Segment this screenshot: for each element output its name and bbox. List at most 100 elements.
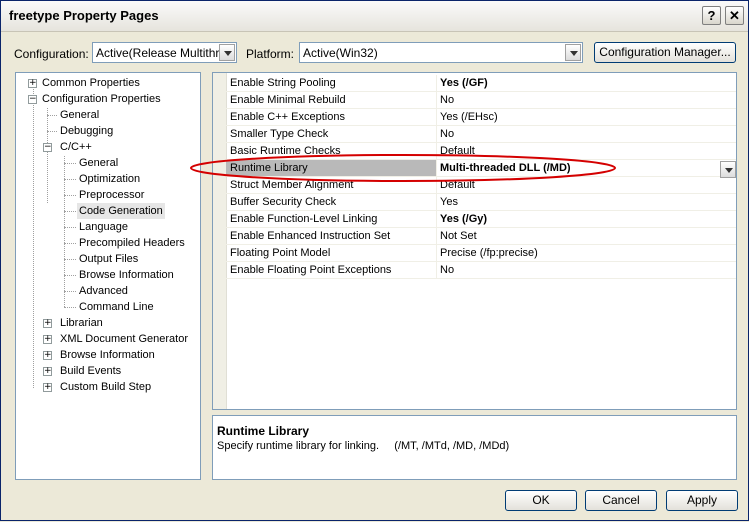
chevron-down-icon[interactable] (720, 161, 736, 178)
tree-connector (64, 259, 76, 260)
property-name: Floating Point Model (230, 247, 331, 259)
title-bar: freetype Property Pages ? ✕ (1, 1, 748, 32)
tree-item-optimization[interactable]: Optimization (77, 171, 142, 187)
property-value[interactable]: Precise (/fp:precise) (440, 247, 538, 259)
expand-icon[interactable]: + (43, 383, 52, 392)
tree-item-xml-document-generator[interactable]: XML Document Generator (58, 331, 190, 347)
property-grid: Enable String Pooling Yes (/GF) Enable Mi… (212, 72, 737, 410)
property-value[interactable]: Yes (/Gy) (440, 213, 487, 225)
platform-select[interactable]: Active(Win32) (299, 42, 583, 63)
property-name: Basic Runtime Checks (230, 145, 341, 157)
tree-item-debugging[interactable]: Debugging (58, 123, 115, 139)
apply-button[interactable]: Apply (666, 490, 738, 511)
description-text: Specify runtime library for linking. (/M… (217, 440, 510, 452)
property-name: Buffer Security Check (230, 196, 337, 208)
grid-gutter (213, 73, 227, 409)
window-title: freetype Property Pages (9, 8, 159, 23)
platform-value: Active(Win32) (303, 46, 378, 60)
property-row[interactable]: Floating Point Model Precise (/fp:precise… (226, 245, 736, 262)
tree-item-advanced[interactable]: Advanced (77, 283, 130, 299)
property-row-selected[interactable]: Runtime Library Multi-threaded DLL (/MD) (226, 160, 736, 177)
property-name: Enable Minimal Rebuild (230, 94, 346, 106)
collapse-icon[interactable]: − (28, 95, 37, 104)
property-value[interactable]: No (440, 264, 454, 276)
description-panel: Runtime Library Specify runtime library … (212, 415, 737, 480)
tree-item-custom-build-step[interactable]: Custom Build Step (58, 379, 153, 395)
tree-item-cpp-general[interactable]: General (77, 155, 120, 171)
tree-item-common-properties[interactable]: Common Properties (40, 75, 142, 91)
property-value[interactable]: Default (440, 145, 475, 157)
property-value[interactable]: No (440, 94, 454, 106)
tree-connector (64, 163, 76, 164)
tree-item-preprocessor[interactable]: Preprocessor (77, 187, 146, 203)
tree-connector (64, 243, 76, 244)
tree-connector (47, 115, 57, 116)
tree-item-output-files[interactable]: Output Files (77, 251, 140, 267)
chevron-down-icon[interactable] (565, 44, 581, 61)
property-name: Enable C++ Exceptions (230, 111, 345, 123)
tree-item-browse-information-cpp[interactable]: Browse Information (77, 267, 176, 283)
tree-connector (64, 307, 76, 308)
property-row[interactable]: Buffer Security Check Yes (226, 194, 736, 211)
tree-connector (64, 275, 76, 276)
property-row[interactable]: Struct Member Alignment Default (226, 177, 736, 194)
tree-item-command-line[interactable]: Command Line (77, 299, 156, 315)
property-value[interactable]: Multi-threaded DLL (/MD) (440, 162, 571, 174)
property-row[interactable]: Basic Runtime Checks Default (226, 143, 736, 160)
tree-connector (64, 179, 76, 180)
platform-label: Platform: (246, 47, 295, 61)
configuration-value: Active(Release Multithrea (96, 46, 233, 60)
tree-connector (64, 227, 76, 228)
property-value[interactable]: Yes (/EHsc) (440, 111, 498, 123)
tree-item-precompiled-headers[interactable]: Precompiled Headers (77, 235, 187, 251)
tree-item-general[interactable]: General (58, 107, 101, 123)
tree-item-build-events[interactable]: Build Events (58, 363, 123, 379)
tree-item-librarian[interactable]: Librarian (58, 315, 105, 331)
property-value[interactable]: Not Set (440, 230, 477, 242)
expand-icon[interactable]: + (43, 319, 52, 328)
property-name: Enable String Pooling (230, 77, 336, 89)
expand-icon[interactable]: + (43, 351, 52, 360)
configuration-select[interactable]: Active(Release Multithrea (92, 42, 237, 63)
property-value[interactable]: No (440, 128, 454, 140)
tree-connector (47, 108, 48, 203)
tree-item-cpp[interactable]: C/C++ (58, 139, 94, 155)
property-row[interactable]: Enable Enhanced Instruction Set Not Set (226, 228, 736, 245)
cancel-button[interactable]: Cancel (585, 490, 657, 511)
property-name: Runtime Library (226, 160, 436, 176)
property-tree: + Common Properties − Configuration Prop… (15, 72, 201, 480)
property-name: Enable Enhanced Instruction Set (230, 230, 391, 242)
ok-button[interactable]: OK (505, 490, 577, 511)
property-row[interactable]: Enable Function-Level Linking Yes (/Gy) (226, 211, 736, 228)
tree-item-language[interactable]: Language (77, 219, 130, 235)
property-value[interactable]: Yes (440, 196, 458, 208)
property-row[interactable]: Smaller Type Check No (226, 126, 736, 143)
property-value[interactable]: Yes (/GF) (440, 77, 488, 89)
tree-connector (64, 291, 76, 292)
configuration-manager-button[interactable]: Configuration Manager... (594, 42, 736, 63)
close-button[interactable]: ✕ (725, 6, 744, 25)
property-name: Enable Function-Level Linking (230, 213, 378, 225)
tree-item-browse-information[interactable]: Browse Information (58, 347, 157, 363)
property-row[interactable]: Enable C++ Exceptions Yes (/EHsc) (226, 109, 736, 126)
description-title: Runtime Library (217, 424, 310, 438)
expand-icon[interactable]: + (43, 367, 52, 376)
tree-connector (64, 195, 76, 196)
configuration-label: Configuration: (14, 47, 89, 61)
property-value[interactable]: Default (440, 179, 475, 191)
tree-connector (47, 131, 57, 132)
property-name: Smaller Type Check (230, 128, 329, 140)
expand-icon[interactable]: + (43, 335, 52, 344)
property-name: Struct Member Alignment (230, 179, 354, 191)
property-row[interactable]: Enable String Pooling Yes (/GF) (226, 75, 736, 92)
runtime-library-dropdown[interactable] (718, 161, 736, 178)
expand-icon[interactable]: + (28, 79, 37, 88)
help-button[interactable]: ? (702, 6, 721, 25)
property-name: Enable Floating Point Exceptions (230, 264, 392, 276)
property-row[interactable]: Enable Minimal Rebuild No (226, 92, 736, 109)
collapse-icon[interactable]: − (43, 143, 52, 152)
tree-item-code-generation[interactable]: Code Generation (77, 203, 165, 219)
property-row[interactable]: Enable Floating Point Exceptions No (226, 262, 736, 279)
chevron-down-icon[interactable] (219, 44, 235, 61)
tree-item-configuration-properties[interactable]: Configuration Properties (40, 91, 163, 107)
